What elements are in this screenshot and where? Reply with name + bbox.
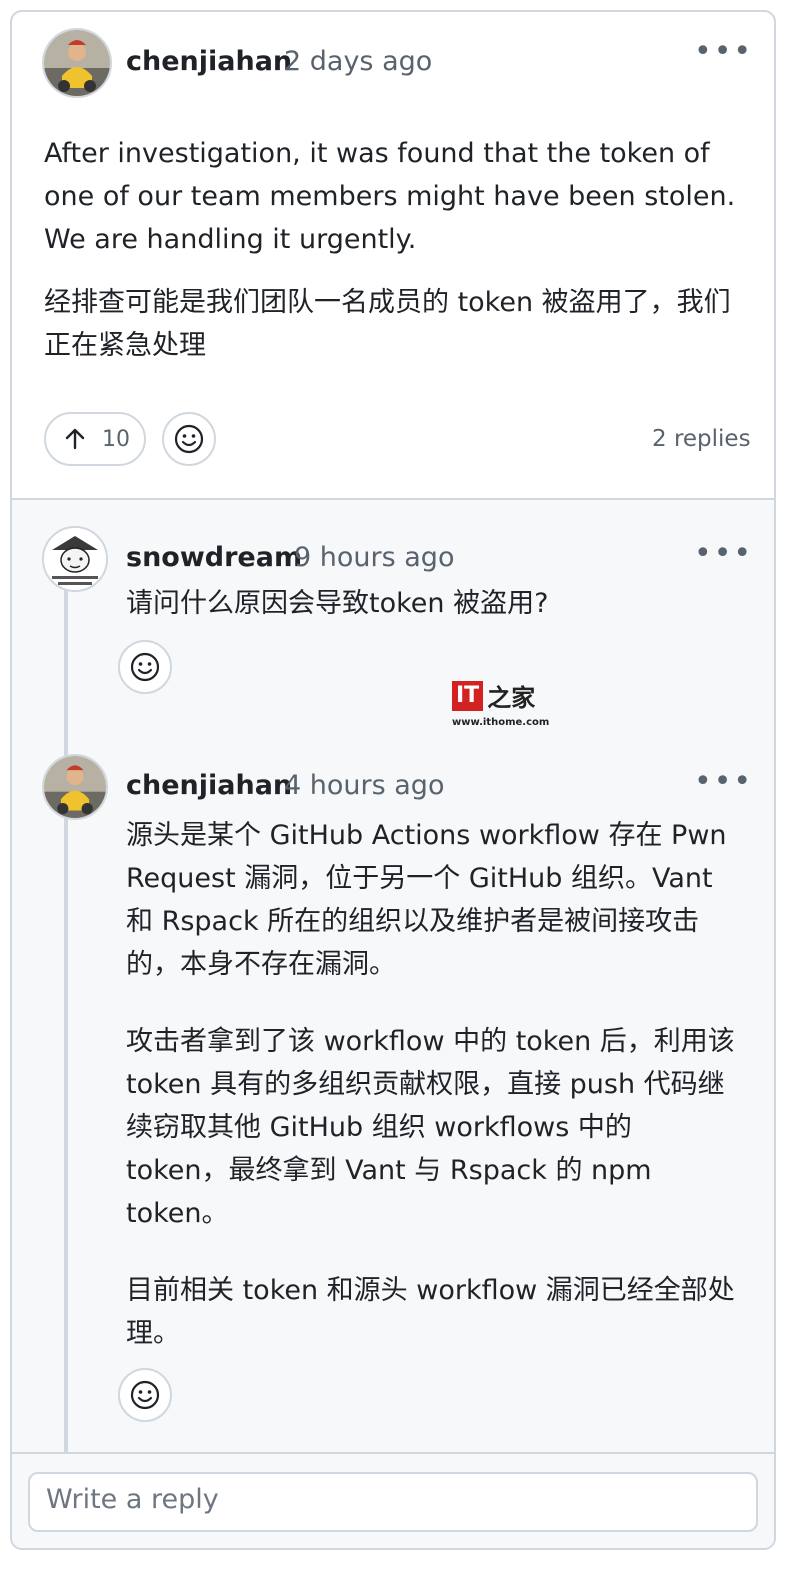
replies-count[interactable]: 2 replies [652, 426, 751, 452]
ithome-logo: IT [452, 680, 484, 711]
kebab-horizontal-icon[interactable]: ••• [694, 539, 753, 569]
upvote-button[interactable]: 10 [44, 412, 146, 466]
smiley-icon [174, 424, 204, 454]
avatar-image [44, 756, 106, 818]
add-reaction-button[interactable] [118, 1368, 172, 1422]
reply-input[interactable]: Write a reply [28, 1472, 758, 1532]
reply-timestamp[interactable]: 4 hours ago [284, 770, 444, 801]
reply-author[interactable]: snowdream [126, 542, 302, 573]
avatar[interactable] [42, 28, 112, 98]
comment-paragraph-en: After investigation, it was found that t… [44, 138, 736, 255]
avatar[interactable] [42, 526, 108, 592]
reply-body: 源头是某个 GitHub Actions workflow 存在 Pwn Req… [126, 814, 740, 1355]
reply-body: 请问什么原因会导致token 被盗用? [126, 582, 746, 625]
avatar[interactable] [42, 754, 108, 820]
ithome-url: www.ithome.com [452, 717, 550, 728]
comment-body: After investigation, it was found that t… [44, 132, 756, 367]
kebab-horizontal-icon[interactable]: ••• [694, 37, 753, 67]
reply-paragraph: 攻击者拿到了该 workflow 中的 token 后，利用该 token 具有… [126, 1026, 735, 1229]
comment-author[interactable]: chenjiahan [126, 46, 292, 77]
avatar-image [44, 30, 110, 96]
arrow-up-icon [65, 428, 85, 450]
reply-paragraph: 请问什么原因会导致token 被盗用? [126, 588, 549, 619]
ithome-watermark: IT 之家 www.ithome.com [452, 678, 552, 734]
reply-author[interactable]: chenjiahan [126, 770, 292, 801]
comment-paragraph-zh: 经排查可能是我们团队一名成员的 token 被盗用了，我们正在紧急处理 [44, 287, 731, 361]
discussion-comment-card: chenjiahan 2 days ago ••• After investig… [10, 10, 776, 1550]
add-reaction-button[interactable] [118, 640, 172, 694]
reply-thread: snowdream 9 hours ago ••• 请问什么原因会导致token… [12, 498, 774, 1456]
ithome-logo-text: 之家 [487, 684, 536, 712]
reply-paragraph: 源头是某个 GitHub Actions workflow 存在 Pwn Req… [126, 820, 727, 980]
kebab-horizontal-icon[interactable]: ••• [694, 767, 753, 797]
thread-line [64, 570, 68, 1456]
avatar-image [44, 528, 106, 590]
upvote-count: 10 [102, 426, 130, 452]
reply-timestamp[interactable]: 9 hours ago [294, 542, 454, 573]
comment-timestamp[interactable]: 2 days ago [284, 46, 432, 77]
add-reaction-button[interactable] [162, 412, 216, 466]
reply-paragraph: 目前相关 token 和源头 workflow 漏洞已经全部处理。 [126, 1275, 735, 1349]
smiley-icon [130, 652, 160, 682]
smiley-icon [130, 1380, 160, 1410]
reply-composer: Write a reply [12, 1452, 774, 1548]
